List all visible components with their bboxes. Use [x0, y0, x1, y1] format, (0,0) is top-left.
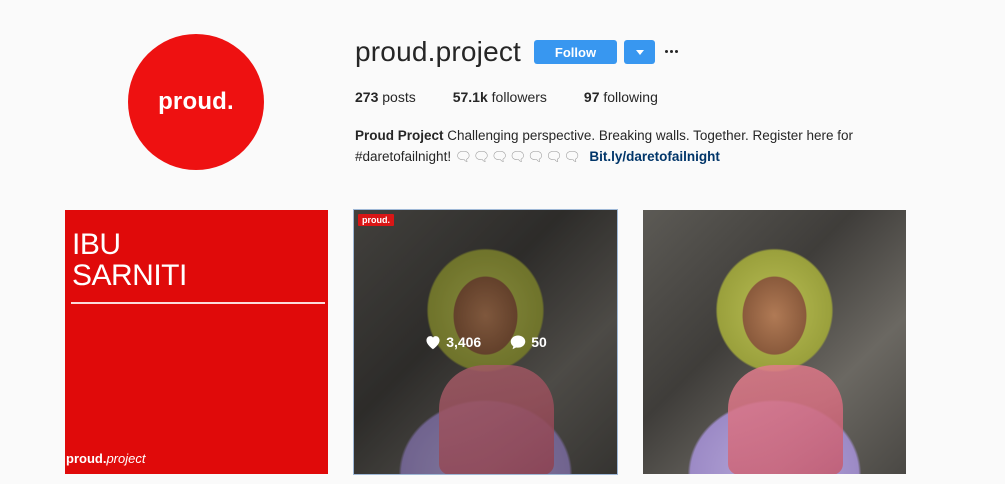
bio-link[interactable]: Bit.ly/daretofailnight [589, 149, 720, 164]
divider [71, 302, 325, 304]
more-options-button[interactable] [664, 42, 678, 60]
post-tag: proud. [358, 214, 394, 226]
more-icon [664, 49, 668, 53]
likes-count: 3,406 [446, 334, 482, 350]
followers-link[interactable]: 57.1k followers [453, 89, 547, 105]
comments-count: 50 [531, 334, 547, 350]
suggested-dropdown-button[interactable] [624, 40, 655, 64]
post-tile[interactable]: IBU SARNITI proud.project [65, 210, 328, 474]
posts-stat: 273 posts [355, 89, 416, 105]
avatar-text: proud. [158, 88, 234, 115]
caret-down-icon [635, 49, 644, 55]
post-title: IBU SARNITI [72, 229, 187, 291]
heart-icon [424, 334, 442, 350]
posts-label: posts [378, 89, 416, 105]
profile-username: proud.project [355, 36, 522, 67]
hover-stats: 3,406 50 [354, 334, 617, 350]
follow-button[interactable]: Follow [534, 40, 617, 64]
profile-stats: 273 posts 57.1k followers 97 following [355, 89, 695, 105]
bio-name: Proud Project [355, 128, 444, 143]
post-logo: proud.project [66, 451, 145, 466]
profile-bio: Proud Project Challenging perspective. B… [355, 125, 915, 167]
logo-bold: proud. [66, 451, 107, 466]
followers-label: followers [487, 89, 547, 105]
following-label: following [599, 89, 658, 105]
logo-italic: project [106, 451, 146, 466]
comment-icon [509, 334, 527, 350]
post-tile-hovered[interactable]: proud. 3,406 50 [353, 209, 618, 475]
post-tile[interactable] [643, 210, 906, 474]
post-title-line2: SARNITI [72, 259, 187, 292]
bio-emoji: 🗨🗨🗨🗨🗨🗨🗨 [454, 149, 582, 164]
post-title-line1: IBU [72, 228, 121, 261]
followers-count: 57.1k [452, 89, 488, 105]
following-link[interactable]: 97 following [584, 89, 658, 105]
following-count: 97 [583, 89, 600, 105]
profile-avatar[interactable]: proud. [128, 34, 264, 170]
posts-count: 273 [355, 89, 379, 105]
